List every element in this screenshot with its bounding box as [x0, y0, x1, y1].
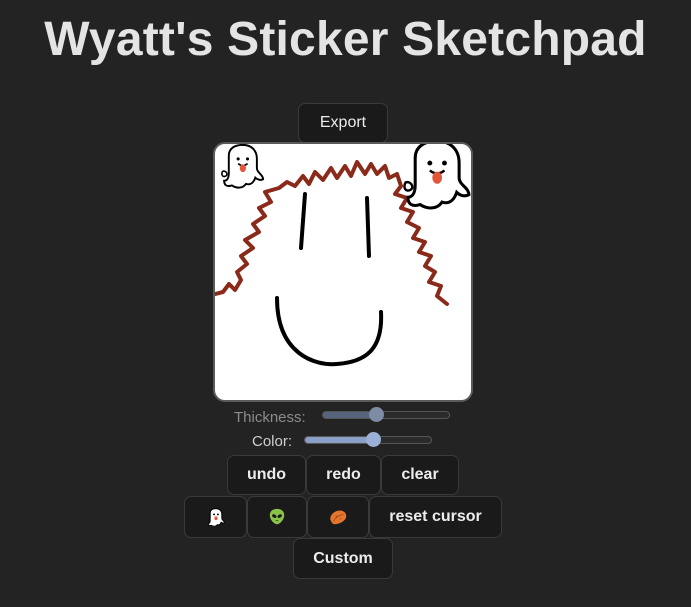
page-title: Wyatt's Sticker Sketchpad — [44, 13, 647, 66]
color-slider[interactable] — [304, 432, 432, 447]
redo-button[interactable]: redo — [306, 455, 381, 495]
color-label: Color: — [252, 433, 293, 450]
app-root: Wyatt's Sticker Sketchpad Export Thickne… — [0, 0, 691, 607]
thickness-slider-fill — [323, 412, 376, 418]
drawing-surface — [215, 144, 471, 367]
thickness-slider[interactable] — [322, 407, 450, 422]
smile-stroke — [275, 296, 384, 367]
color-slider-thumb[interactable] — [366, 432, 382, 447]
custom-button[interactable]: Custom — [293, 538, 393, 579]
sweet-potato-icon — [330, 510, 347, 525]
ghost-sticker-icon — [221, 144, 265, 189]
drawing-canvas[interactable] — [213, 142, 473, 402]
ghost-icon — [207, 508, 225, 526]
ghost-sticker-button[interactable] — [184, 496, 247, 538]
undo-button[interactable]: undo — [227, 455, 306, 495]
sweet-potato-sticker-button[interactable] — [307, 496, 369, 538]
reset-cursor-button[interactable]: reset cursor — [369, 496, 502, 538]
thickness-slider-thumb[interactable] — [368, 407, 384, 422]
right-eye-stroke — [365, 196, 371, 258]
export-button[interactable]: Export — [298, 103, 388, 143]
alien-icon — [269, 508, 285, 525]
color-slider-fill — [305, 437, 374, 443]
alien-sticker-button[interactable] — [247, 496, 307, 538]
left-eye-stroke — [299, 192, 307, 250]
thickness-label: Thickness: — [234, 409, 306, 426]
ghost-sticker-icon — [403, 144, 471, 210]
clear-button[interactable]: clear — [381, 455, 459, 495]
